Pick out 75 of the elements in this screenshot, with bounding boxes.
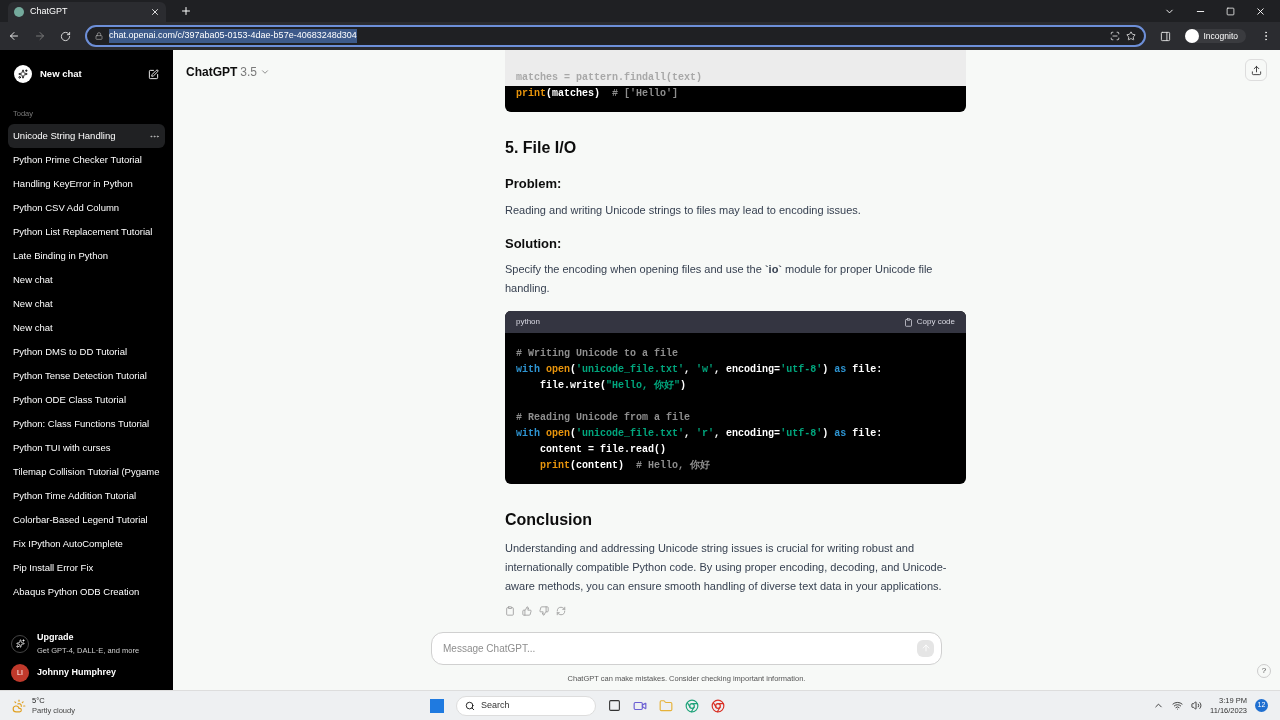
chat-item[interactable]: Tilemap Collision Tutorial (Pygame (8, 460, 165, 485)
subheading: Solution: (505, 234, 563, 253)
code-line: print(matches) # ['Hello'] (515, 87, 680, 101)
close-window-icon[interactable] (1255, 6, 1266, 17)
chat-item[interactable]: Python: Class Functions Tutorial (8, 412, 165, 437)
clipboard-icon (903, 317, 913, 327)
chat-item[interactable]: Python Prime Checker Tutorial (8, 148, 165, 173)
lock-icon (95, 32, 103, 40)
chat-item[interactable]: Colorbar-Based Legend Tutorial (8, 508, 165, 533)
chat-item[interactable]: Fix IPython AutoComplete (8, 532, 165, 557)
volume-icon[interactable] (1191, 700, 1202, 711)
code-line: print(content) # Hello, 你好 (539, 459, 712, 473)
share-icon (1250, 64, 1262, 76)
address-bar[interactable]: chat.openai.com/c/397aba05-0153-4dae-b57e-40683248d304 (85, 25, 1146, 47)
chat-item[interactable]: Python List Replacement Tutorial (8, 220, 165, 245)
close-icon[interactable] (150, 7, 160, 17)
chat-item[interactable]: Python CSV Add Column (8, 196, 165, 221)
start-icon[interactable] (429, 698, 444, 713)
share-button[interactable] (1245, 59, 1267, 81)
scan-icon[interactable] (1109, 31, 1120, 41)
chat-item[interactable]: Handling KeyError in Python (8, 172, 165, 197)
message-field[interactable]: Message ChatGPT... (431, 631, 942, 665)
reload-icon[interactable] (60, 30, 71, 42)
tab-title: ChatGPT (30, 5, 69, 19)
restore-icon[interactable] (1226, 7, 1235, 16)
search-icon (464, 700, 475, 711)
task-view-icon[interactable] (607, 699, 621, 712)
chat-item[interactable]: Abaqus Python ODB Creation (8, 580, 165, 605)
section-heading: Conclusion (505, 510, 594, 530)
chat-item[interactable]: Python Time Addition Tutorial (8, 484, 165, 509)
network-icon[interactable] (1172, 700, 1183, 711)
code-line: file.write("Hello, 你好") (539, 379, 688, 393)
chat-item[interactable]: Python ODE Class Tutorial (8, 388, 165, 413)
code-line: with open('unicode_file.txt', 'w', encoding='utf-8') as file: (515, 363, 884, 377)
new-tab-icon[interactable] (180, 5, 192, 17)
logo-icon (14, 65, 32, 83)
chat-item[interactable]: Python DMS to DD Tutorial (8, 340, 165, 365)
taskbar-search[interactable]: Search (455, 695, 596, 716)
paragraph: Reading and writing Unicode strings to files may lead to encoding issues. (505, 202, 862, 218)
chat-item[interactable]: New chat (8, 268, 165, 293)
side-panel-icon[interactable] (1159, 30, 1171, 42)
new-chat-label[interactable]: New chat (40, 66, 140, 82)
chat-item[interactable]: Pip Install Error Fix (8, 556, 165, 581)
code-language: python (516, 316, 541, 328)
code-line: # Reading Unicode from a file (515, 411, 692, 425)
bookmark-icon[interactable] (1125, 31, 1136, 41)
new-chat-icon[interactable] (148, 68, 159, 80)
model-version[interactable]: 3.5 (240, 63, 258, 81)
paragraph: Specify the encoding when opening files and use the `io` module for proper Unicode file handling. (505, 262, 934, 296)
url-text: chat.openai.com/c/397aba05-0153-4dae-b57e-40683248d304 (109, 29, 357, 43)
code-line: content = file.read() (539, 443, 668, 457)
profile-chip[interactable]: Incognito (1184, 29, 1246, 43)
chat-item[interactable]: Python TUI with curses (8, 436, 165, 461)
chat-item[interactable]: New chat (8, 292, 165, 317)
user-name[interactable]: Johnny Humphrey (37, 666, 116, 680)
model-name[interactable]: ChatGPT (186, 63, 238, 81)
chat-item[interactable]: New chat (8, 316, 165, 341)
thumbs-down-icon[interactable] (539, 606, 549, 616)
profile-label: Incognito (1203, 29, 1238, 43)
paragraph: Understanding and addressing Unicode string issues is crucial for writing robust and internationally compatible Python code. By using proper encoding, decoding, and Unicode-aware methods, you can ensure smooth handling of diverse text data in your applications. (505, 541, 948, 594)
copy-code-button[interactable]: Copy code (903, 316, 955, 328)
subheading: Problem: (505, 175, 563, 193)
code-line: # Writing Unicode to a file (515, 347, 680, 361)
chat-item[interactable]: Late Binding in Python (8, 244, 165, 269)
chat-item[interactable]: Unicode String Handling (8, 124, 165, 149)
logo-icon (14, 7, 24, 17)
thumbs-up-icon[interactable] (522, 606, 532, 616)
browser-icon[interactable] (710, 698, 725, 713)
chat-item[interactable]: Python Tense Detection Tutorial (8, 364, 165, 389)
browser-icon[interactable] (684, 698, 699, 713)
upgrade-title[interactable]: Upgrade (37, 631, 140, 645)
back-icon[interactable] (8, 30, 20, 42)
section-heading: 5. File I/O (505, 138, 578, 158)
browser-tab[interactable]: ChatGPT (8, 2, 166, 22)
code-line: with open('unicode_file.txt', 'r', encoding='utf-8') as file: (515, 427, 884, 441)
